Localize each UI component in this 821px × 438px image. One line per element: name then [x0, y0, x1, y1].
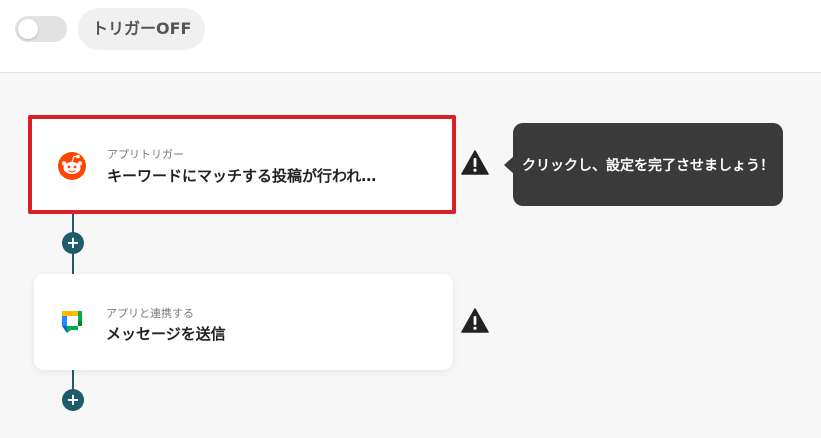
step-card-trigger[interactable]: アプリトリガー キーワードにマッチする投稿が行われ… [28, 115, 456, 214]
add-step-button[interactable]: + [62, 389, 84, 411]
warning-icon [461, 308, 489, 334]
reddit-icon [57, 151, 87, 181]
trigger-status-label: トリガーOFF [78, 8, 206, 50]
plus-icon: + [66, 233, 80, 252]
tooltip-arrow [504, 156, 514, 174]
google-chat-icon [58, 308, 88, 338]
step-kind-label: アプリと連携する [106, 307, 194, 320]
add-step-button[interactable]: + [62, 232, 84, 254]
step-kind-label: アプリトリガー [107, 148, 184, 161]
step-card-action[interactable]: アプリと連携する メッセージを送信 [34, 274, 453, 370]
warning-icon [461, 150, 489, 176]
step-title: メッセージを送信 [106, 325, 226, 343]
top-bar: トリガーOFF [0, 0, 821, 73]
toggle-knob [18, 19, 38, 39]
plus-icon: + [66, 390, 80, 409]
tooltip-text: クリックし、設定を完了させましょう！ [522, 157, 774, 174]
setup-tooltip: クリックし、設定を完了させましょう！ [504, 123, 783, 206]
trigger-toggle[interactable] [15, 16, 67, 42]
step-title: キーワードにマッチする投稿が行われ… [107, 167, 377, 185]
